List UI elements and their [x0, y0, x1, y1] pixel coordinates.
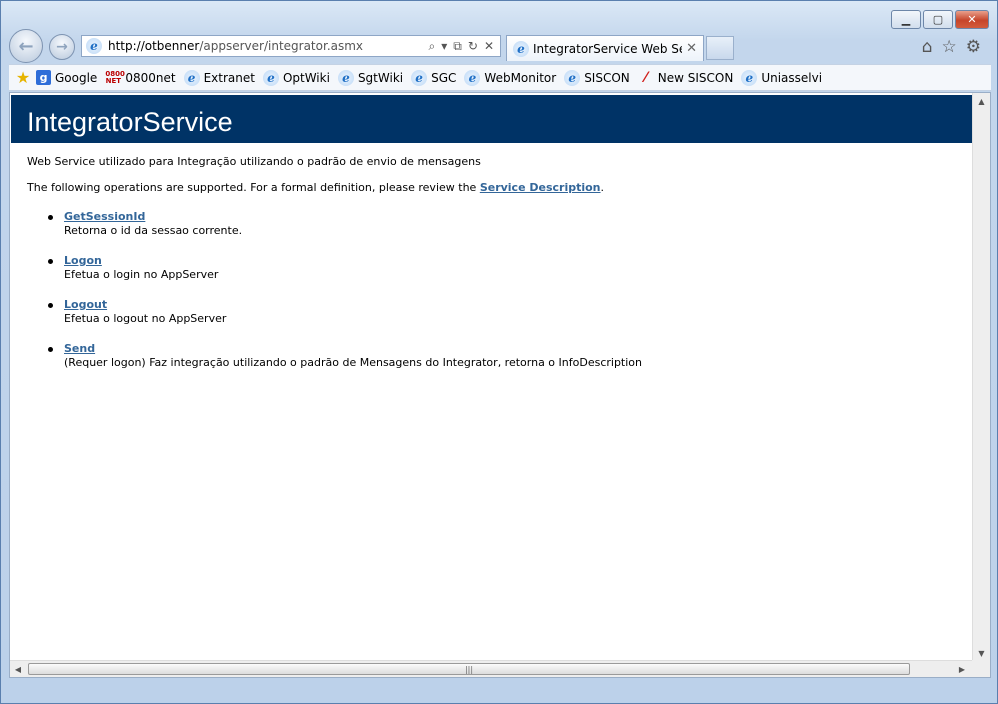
favorite-0800net[interactable]: 0800 NET 0800net: [105, 69, 175, 85]
favorite-sgc[interactable]: e SGC: [411, 69, 456, 86]
favorite-uniasselvi[interactable]: e Uniasselvi: [741, 69, 822, 86]
favorite-google[interactable]: g Google: [36, 70, 97, 85]
favorites-star-icon[interactable]: ☆: [942, 37, 957, 57]
ie-page-icon: e: [741, 69, 758, 86]
bullet-icon: [48, 215, 53, 220]
siscon-icon: ⁄: [644, 69, 647, 86]
navigation-bar: ← → e http://otbenner/appserver/integrat…: [9, 29, 989, 63]
add-favorite-icon[interactable]: ★: [14, 68, 32, 87]
bullet-icon: [48, 347, 53, 352]
dropdown-arrow-icon[interactable]: ▾: [441, 39, 447, 54]
horizontal-scroll-thumb[interactable]: |||: [28, 663, 910, 675]
favorite-webmonitor[interactable]: e WebMonitor: [464, 69, 556, 86]
address-url[interactable]: http://otbenner/appserver/integrator.asm…: [108, 39, 429, 53]
home-icon[interactable]: ⌂: [922, 37, 933, 57]
search-icon[interactable]: ⌕: [429, 39, 436, 54]
horizontal-scrollbar[interactable]: ◀ ||| ▶: [10, 660, 972, 677]
ie-page-icon: e: [411, 69, 428, 86]
favorite-new-siscon[interactable]: ⁄ New SISCON: [638, 70, 734, 86]
page-header: IntegratorService: [11, 95, 972, 143]
ie-page-icon: e: [513, 40, 529, 57]
favorite-optwiki[interactable]: e OptWiki: [262, 69, 330, 86]
operations-list: GetSessionId Retorna o id da sessao corr…: [27, 210, 957, 370]
favorite-siscon[interactable]: e SISCON: [564, 69, 630, 86]
0800net-icon: 0800 NET: [105, 69, 125, 85]
compatibility-view-icon[interactable]: ⧉: [453, 39, 462, 54]
scroll-up-icon[interactable]: ▲: [973, 93, 990, 109]
service-description-text: Web Service utilizado para Integração ut…: [27, 155, 481, 168]
ie-page-icon: e: [564, 69, 581, 86]
forward-button[interactable]: →: [49, 34, 75, 60]
refresh-icon[interactable]: ↻: [468, 39, 478, 54]
list-item: Logout Efetua o logout no AppServer: [27, 298, 957, 326]
ie-page-icon: e: [337, 69, 354, 86]
ie-page-icon: e: [464, 69, 481, 86]
new-tab-button[interactable]: [706, 36, 734, 60]
operations-intro: The following operations are supported. …: [27, 181, 605, 194]
service-description-link[interactable]: Service Description: [480, 181, 601, 194]
back-button[interactable]: ←: [9, 29, 43, 63]
scroll-left-icon[interactable]: ◀: [10, 661, 26, 677]
address-bar[interactable]: e http://otbenner/appserver/integrator.a…: [81, 35, 501, 57]
ie-page-icon: e: [262, 69, 279, 86]
list-item: Send (Requer logon) Faz integração utili…: [27, 342, 957, 370]
operation-description: Efetua o login no AppServer: [64, 268, 219, 281]
vertical-scrollbar[interactable]: ▲ ▼: [972, 93, 990, 661]
settings-gear-icon[interactable]: ⚙: [966, 37, 981, 57]
scroll-right-icon[interactable]: ▶: [954, 661, 970, 677]
favorites-bar: ★ g Google 0800 NET 0800net e Extranet e …: [9, 64, 991, 91]
operation-link-send[interactable]: Send: [64, 342, 95, 355]
minimize-button[interactable]: ▁: [891, 10, 921, 29]
maximize-button[interactable]: ▢: [923, 10, 953, 29]
operation-description: (Requer logon) Faz integração utilizando…: [64, 356, 643, 369]
scrollbar-corner: [972, 660, 990, 677]
list-item: GetSessionId Retorna o id da sessao corr…: [27, 210, 957, 238]
page-title: IntegratorService: [27, 107, 233, 137]
window-caption-buttons: ▁ ▢ ✕: [889, 10, 989, 29]
ie-page-icon: e: [183, 69, 200, 86]
operation-description: Efetua o logout no AppServer: [64, 312, 227, 325]
google-icon: g: [36, 70, 51, 85]
operation-link-logon[interactable]: Logon: [64, 254, 102, 267]
bullet-icon: [48, 259, 53, 264]
stop-icon[interactable]: ✕: [484, 39, 494, 54]
list-item: Logon Efetua o login no AppServer: [27, 254, 957, 282]
operation-description: Retorna o id da sessao corrente.: [64, 224, 243, 237]
ie-page-icon: e: [86, 38, 102, 54]
operation-link-logout[interactable]: Logout: [64, 298, 107, 311]
tab-title: IntegratorService Web Servi...: [533, 41, 682, 56]
close-window-button[interactable]: ✕: [955, 10, 989, 29]
close-tab-icon[interactable]: ✕: [686, 41, 697, 56]
bullet-icon: [48, 303, 53, 308]
page-content: Web Service utilizado para Integração ut…: [27, 155, 957, 386]
page-viewport: IntegratorService Web Service utilizado …: [9, 92, 991, 678]
tab-integrator-service[interactable]: e IntegratorService Web Servi... ✕: [506, 35, 704, 61]
favorite-sgtwiki[interactable]: e SgtWiki: [337, 69, 403, 86]
browser-window: ▁ ▢ ✕ ← → e http://otbenner/appserver/in…: [0, 0, 998, 704]
scroll-down-icon[interactable]: ▼: [973, 645, 990, 661]
favorite-extranet[interactable]: e Extranet: [183, 69, 255, 86]
operation-link-getsessionid[interactable]: GetSessionId: [64, 210, 145, 223]
